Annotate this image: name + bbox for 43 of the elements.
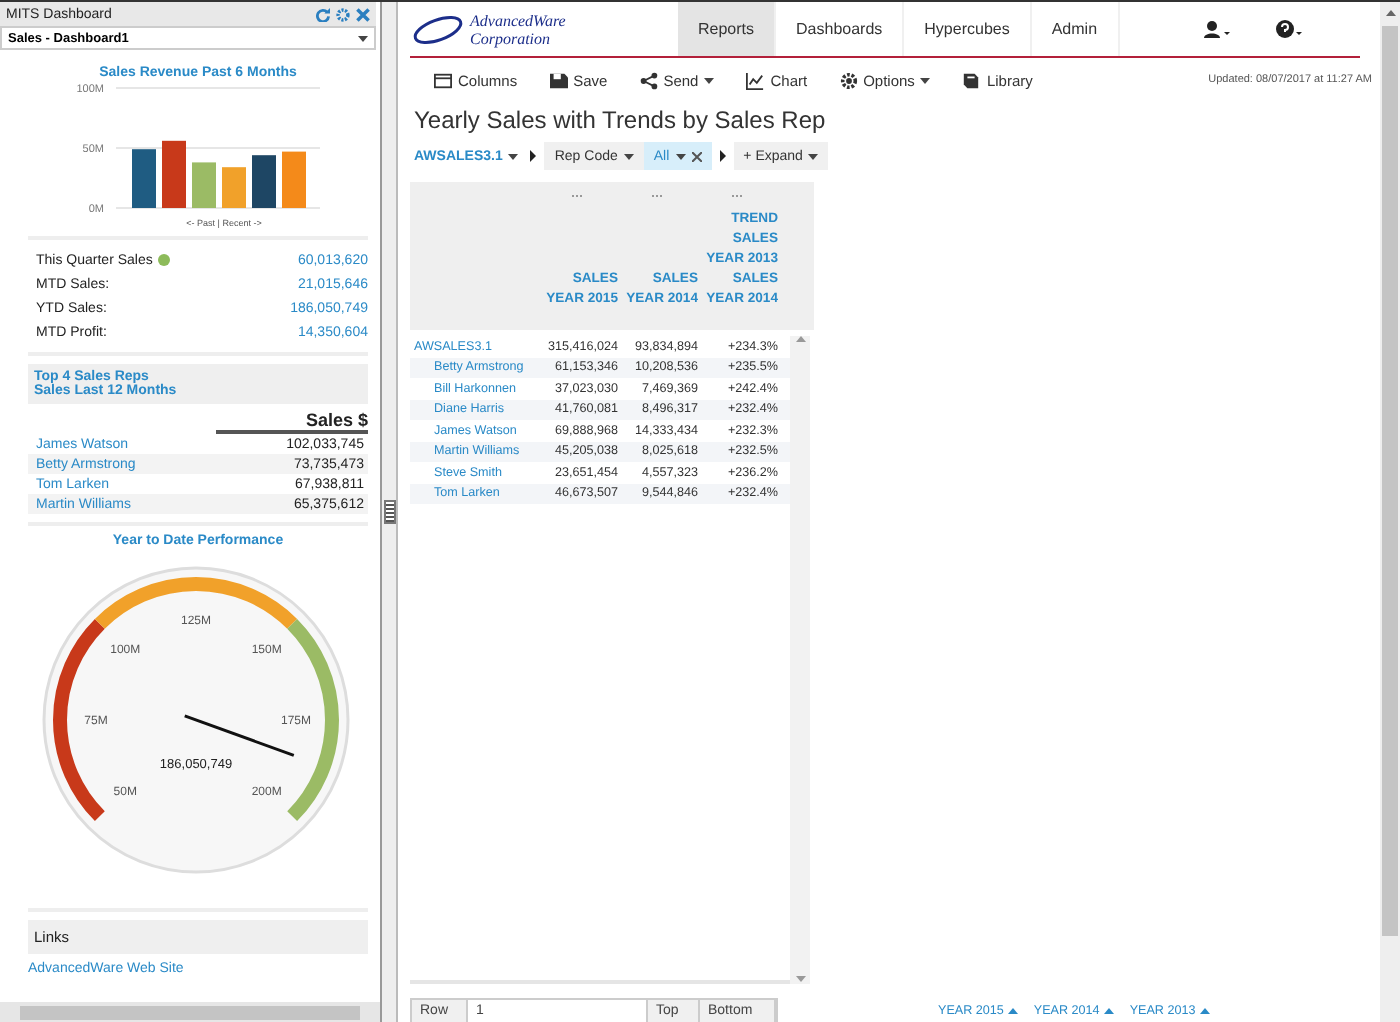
chart-bar <box>192 162 216 208</box>
settings-icon <box>839 71 858 89</box>
chart-bar <box>252 155 276 208</box>
close-icon[interactable] <box>691 151 702 161</box>
nav-tab[interactable]: Dashboards <box>776 2 905 56</box>
user-icon[interactable] <box>1204 20 1232 38</box>
line-chart-icon <box>746 71 765 89</box>
help-icon[interactable] <box>1276 20 1304 38</box>
splitter-grip[interactable] <box>383 500 395 524</box>
sort-up-icon <box>1007 1008 1018 1014</box>
close-icon[interactable] <box>356 7 370 21</box>
nav-tab[interactable]: Reports <box>678 2 777 56</box>
share-icon <box>639 71 658 89</box>
caret-icon <box>358 35 368 41</box>
report-title: Yearly Sales with Trends by Sales Rep <box>414 106 828 134</box>
caret-icon <box>675 153 686 159</box>
company-logo: AdvancedWare Corporation <box>410 2 678 56</box>
settings-icon[interactable] <box>336 7 350 21</box>
caret-icon <box>508 153 519 159</box>
sort-up-icon <box>1199 1008 1210 1014</box>
scroll-up-icon[interactable] <box>1385 10 1395 18</box>
chart-bar <box>282 151 306 208</box>
column-header: Sales $ <box>305 410 368 430</box>
chart-bar <box>222 167 246 208</box>
caret-icon <box>808 153 819 159</box>
scroll-up-icon[interactable] <box>795 336 805 344</box>
nav-tab[interactable]: Admin <box>1031 2 1120 56</box>
chart-bar <box>132 149 156 208</box>
refresh-icon[interactable] <box>316 7 330 21</box>
triangle-icon <box>719 150 726 162</box>
caret-icon <box>623 153 634 159</box>
book-icon <box>962 71 981 89</box>
vertical-scrollbar[interactable] <box>1380 2 1400 1022</box>
scroll-down-icon[interactable] <box>795 976 805 984</box>
horizontal-scrollbar[interactable] <box>0 1002 380 1022</box>
sort-up-icon <box>1103 1008 1114 1014</box>
ring-logo-icon <box>410 10 466 50</box>
triangle-icon <box>530 150 537 162</box>
save-icon <box>549 71 568 89</box>
chart-bar <box>162 140 186 208</box>
nav-tab[interactable]: Hypercubes <box>904 2 1032 56</box>
vertical-scrollbar[interactable] <box>790 336 810 984</box>
columns-icon <box>434 71 452 89</box>
